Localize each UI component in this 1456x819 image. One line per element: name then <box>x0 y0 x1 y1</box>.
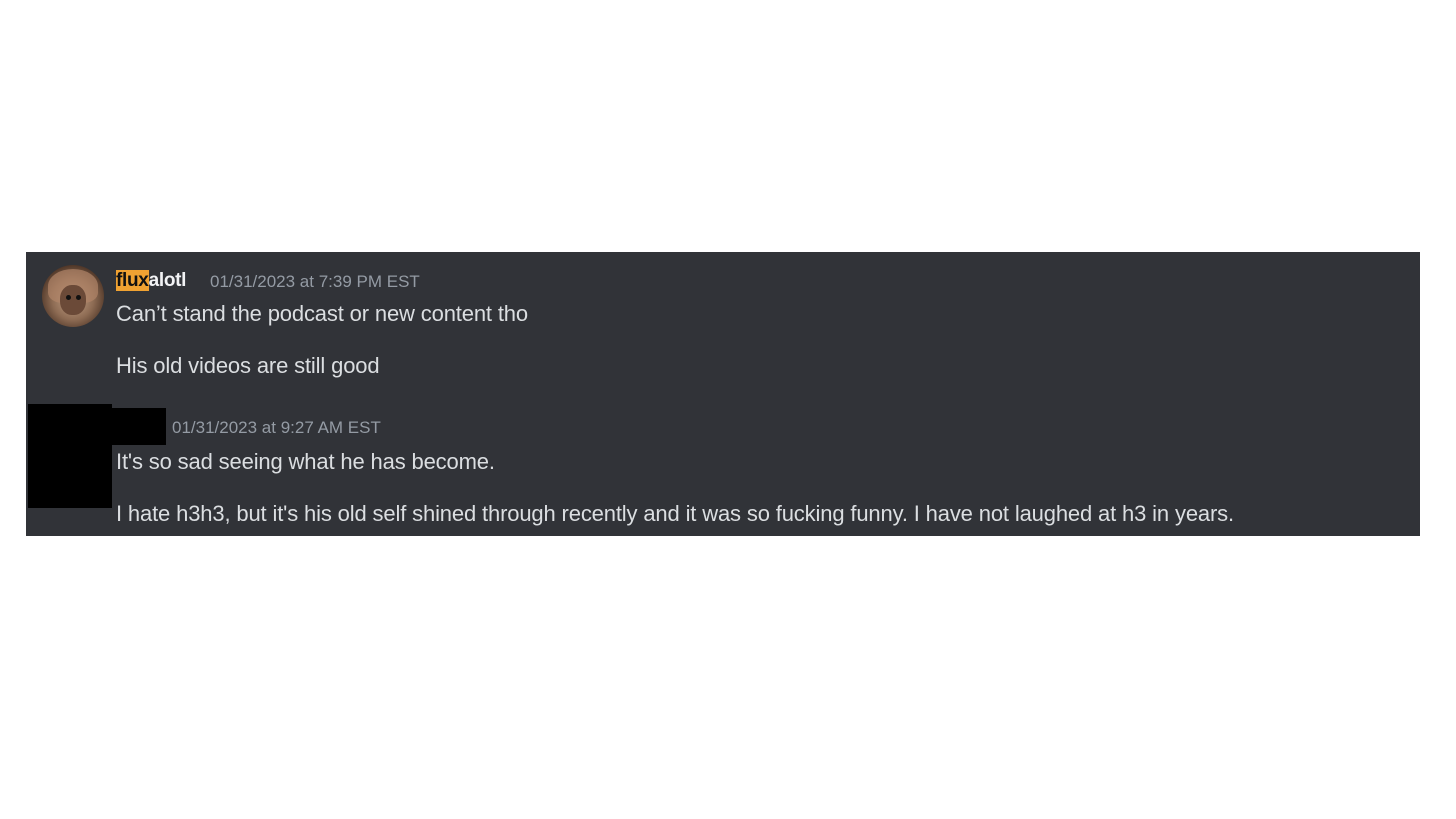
avatar-eye-left <box>66 295 71 300</box>
user-avatar[interactable] <box>42 265 104 327</box>
username[interactable]: fluxalotl <box>116 269 186 293</box>
username-search-highlight: flux <box>116 270 149 291</box>
message-text: Can’t stand the podcast or new content t… <box>116 301 528 326</box>
message-timestamp[interactable]: 01/31/2023 at 7:39 PM EST <box>210 270 420 294</box>
username-rest: alotl <box>148 270 187 291</box>
message-timestamp[interactable]: 01/31/2023 at 9:27 AM EST <box>172 416 381 440</box>
chat-panel: fluxalotl 01/31/2023 at 7:39 PM EST Can’… <box>26 252 1420 536</box>
avatar-face-shape <box>60 285 86 315</box>
message-text: It's so sad seeing what he has become. <box>116 449 495 474</box>
avatar-eye-right <box>76 295 81 300</box>
redacted-avatar-block <box>28 404 112 508</box>
message-text: I hate h3h3, but it's his old self shine… <box>116 501 1234 526</box>
message-text: His old videos are still good <box>116 353 380 378</box>
redacted-username-block <box>112 408 166 445</box>
